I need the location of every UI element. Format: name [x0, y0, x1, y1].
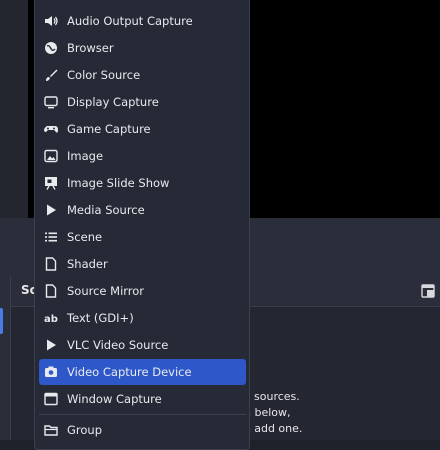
add-source-menu: Audio Output Capture Browser Color Sourc… — [34, 0, 250, 450]
scenes-panel-edge — [0, 276, 10, 440]
menu-item-label: VLC Video Source — [67, 338, 169, 352]
globe-icon — [44, 41, 58, 55]
brush-icon — [44, 68, 58, 82]
menu-item-source-mirror[interactable]: Source Mirror — [39, 278, 246, 304]
menu-item-vlc-video-source[interactable]: VLC Video Source — [39, 332, 246, 358]
menu-item-label: Group — [67, 423, 103, 437]
menu-item-video-capture-device[interactable]: Video Capture Device — [39, 359, 246, 385]
svg-text:ab: ab — [44, 314, 58, 325]
gamepad-icon — [44, 122, 58, 136]
menu-item-label: Shader — [67, 257, 108, 271]
menu-item-color-source[interactable]: Color Source — [39, 62, 246, 88]
monitor-icon — [44, 95, 58, 109]
menu-item-label: Scene — [67, 230, 103, 244]
text-icon: ab — [44, 311, 58, 325]
menu-item-shader[interactable]: Shader — [39, 251, 246, 277]
window-icon — [44, 392, 58, 406]
sources-hint-line-1: y sources. — [244, 390, 300, 403]
undock-icon[interactable] — [421, 284, 435, 298]
sources-hint-line-3: o add one. — [244, 422, 303, 435]
menu-item-label: Audio Output Capture — [67, 14, 193, 28]
image-icon — [44, 149, 58, 163]
menu-item-label: Color Source — [67, 68, 141, 82]
speaker-icon — [44, 14, 58, 28]
folder-icon — [44, 423, 58, 437]
play-icon — [44, 338, 58, 352]
menu-item-image-slide-show[interactable]: Image Slide Show — [39, 170, 246, 196]
sources-hint-line-2: n below, — [244, 406, 291, 419]
menu-separator — [39, 414, 246, 415]
slideshow-icon — [44, 176, 58, 190]
file-icon — [44, 257, 58, 271]
menu-item-label: Window Capture — [67, 392, 162, 406]
list-icon — [44, 230, 58, 244]
menu-item-audio-output-capture[interactable]: Audio Output Capture — [39, 8, 246, 34]
file-icon — [44, 284, 58, 298]
camera-icon — [44, 365, 58, 379]
menu-item-window-capture[interactable]: Window Capture — [39, 386, 246, 412]
menu-item-browser[interactable]: Browser — [39, 35, 246, 61]
menu-item-text-gdi[interactable]: ab Text (GDI+) — [39, 305, 246, 331]
selected-scene-indicator — [0, 308, 3, 334]
menu-item-group[interactable]: Group — [39, 417, 246, 443]
left-dock-strip — [0, 0, 28, 218]
menu-item-label: Browser — [67, 41, 114, 55]
menu-item-label: Image Slide Show — [67, 176, 170, 190]
menu-item-scene[interactable]: Scene — [39, 224, 246, 250]
menu-item-image[interactable]: Image — [39, 143, 246, 169]
menu-item-label: Video Capture Device — [67, 365, 192, 379]
menu-item-label: Game Capture — [67, 122, 151, 136]
play-icon — [44, 203, 58, 217]
menu-item-label: Image — [67, 149, 104, 163]
menu-item-label: Media Source — [67, 203, 145, 217]
menu-item-display-capture[interactable]: Display Capture — [39, 89, 246, 115]
menu-item-label: Source Mirror — [67, 284, 145, 298]
menu-item-label: Text (GDI+) — [67, 311, 134, 325]
menu-item-label: Display Capture — [67, 95, 159, 109]
menu-item-media-source[interactable]: Media Source — [39, 197, 246, 223]
menu-item-game-capture[interactable]: Game Capture — [39, 116, 246, 142]
